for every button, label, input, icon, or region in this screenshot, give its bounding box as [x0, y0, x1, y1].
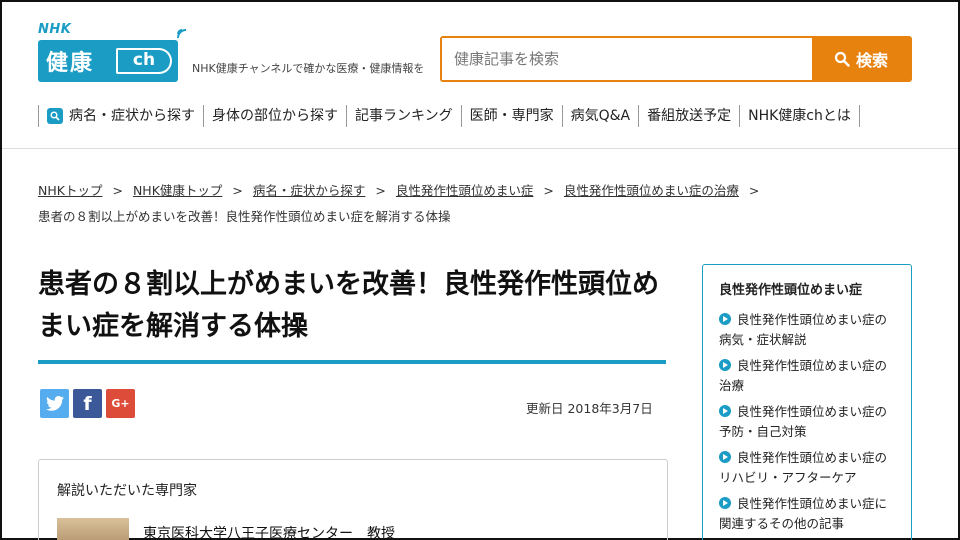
sidebar-link-related[interactable]: 良性発作性頭位めまい症に関連するその他の記事 [719, 494, 897, 534]
breadcrumb-separator: > [748, 183, 760, 198]
google-plus-share-button[interactable]: G+ [106, 389, 135, 418]
nav-item-about[interactable]: NHK健康chとは [740, 105, 860, 127]
twitter-icon [45, 396, 64, 411]
sidebar-link-treatment[interactable]: 良性発作性頭位めまい症の治療 [719, 356, 897, 396]
nav-label: 病名・症状から探す [69, 108, 195, 124]
expert-box: 解説いただいた専門家 東京医科大学八王子医療センター 教授 [38, 459, 668, 540]
breadcrumb-separator: > [543, 183, 554, 198]
search-button[interactable]: 検索 [812, 38, 910, 80]
logo-kanji: 健康 [46, 51, 95, 76]
breadcrumb-link[interactable]: 病名・症状から探す [253, 183, 366, 198]
facebook-icon: f [83, 392, 92, 415]
related-sidebar: 良性発作性頭位めまい症 良性発作性頭位めまい症の病気・症状解説 良性発作性頭位め… [702, 264, 912, 540]
arrow-circle-icon [719, 359, 731, 371]
sidebar-heading: 良性発作性頭位めまい症 [719, 283, 863, 298]
updated-date: 更新日 2018年3月7日 [526, 401, 653, 416]
sidebar-link-label: 良性発作性頭位めまい症のリハビリ・アフターケア [719, 450, 888, 485]
arrow-circle-icon [719, 451, 731, 463]
broadcast-wave-icon [177, 29, 187, 39]
logo-box: 健康 ch [38, 40, 178, 82]
twitter-share-button[interactable] [40, 389, 69, 418]
nav-item-schedule[interactable]: 番組放送予定 [639, 105, 741, 127]
magnifier-icon [834, 51, 850, 67]
breadcrumb-separator: > [375, 183, 386, 198]
sidebar-link-label: 良性発作性頭位めまい症の治療 [719, 358, 888, 393]
search-input[interactable] [442, 38, 812, 80]
sidebar-link-label: 良性発作性頭位めまい症の病気・症状解説 [719, 312, 888, 347]
breadcrumb-separator: > [112, 183, 123, 198]
nav-item-doctors[interactable]: 医師・専門家 [462, 105, 563, 127]
nav-item-qa[interactable]: 病気Q&A [563, 105, 640, 127]
search-button-label: 検索 [855, 51, 888, 70]
breadcrumb-link[interactable]: 良性発作性頭位めまい症 [396, 183, 534, 198]
breadcrumb-link[interactable]: NHK健康トップ [133, 183, 222, 198]
sidebar-link-symptoms[interactable]: 良性発作性頭位めまい症の病気・症状解説 [719, 310, 897, 350]
nhk-kenko-logo[interactable]: NHK 健康 ch [38, 22, 188, 84]
breadcrumb-current: 患者の８割以上がめまいを改善！良性発作性頭位めまい症を解消する体操 [38, 209, 451, 224]
expert-photo [57, 518, 129, 540]
sidebar-link-prevention[interactable]: 良性発作性頭位めまい症の予防・自己対策 [719, 402, 897, 442]
google-plus-icon: G+ [111, 397, 130, 410]
search-bar: 検索 [440, 36, 912, 82]
header-tagline: NHK健康チャンネルで確かな医療・健康情報を [192, 62, 425, 75]
breadcrumb-link[interactable]: 良性発作性頭位めまい症の治療 [564, 183, 739, 198]
sidebar-link-rehab[interactable]: 良性発作性頭位めまい症のリハビリ・アフターケア [719, 448, 897, 488]
breadcrumb: NHKトップ > NHK健康トップ > 病名・症状から探す > 良性発作性頭位めまい症 > 良性… [38, 178, 918, 230]
global-nav: 病名・症状から探す 身体の部位から探す 記事ランキング 医師・専門家 病気Q&A… [38, 103, 860, 129]
arrow-circle-icon [719, 405, 731, 417]
logo-ch: ch [116, 48, 172, 74]
nav-item-disease-search[interactable]: 病名・症状から探す [38, 105, 204, 127]
arrow-circle-icon [719, 313, 731, 325]
sidebar-link-label: 良性発作性頭位めまい症に関連するその他の記事 [719, 496, 888, 531]
arrow-circle-icon [719, 497, 731, 509]
breadcrumb-link[interactable]: NHKトップ [38, 183, 102, 198]
nav-item-ranking[interactable]: 記事ランキング [347, 105, 462, 127]
share-buttons: f G+ [40, 389, 135, 418]
search-mini-icon [47, 108, 63, 124]
expert-affiliation: 東京医科大学八王子医療センター 教授 [143, 526, 395, 540]
article-title: 患者の８割以上がめまいを改善！良性発作性頭位めまい症を解消する体操 [38, 269, 659, 342]
nav-item-body-part[interactable]: 身体の部位から探す [204, 105, 347, 127]
header-divider [2, 148, 958, 149]
breadcrumb-separator: > [232, 183, 243, 198]
logo-nhk-text: NHK [38, 22, 72, 37]
sidebar-link-label: 良性発作性頭位めまい症の予防・自己対策 [719, 404, 888, 439]
title-underline [38, 360, 666, 364]
facebook-share-button[interactable]: f [73, 389, 102, 418]
expert-heading: 解説いただいた専門家 [57, 483, 197, 499]
